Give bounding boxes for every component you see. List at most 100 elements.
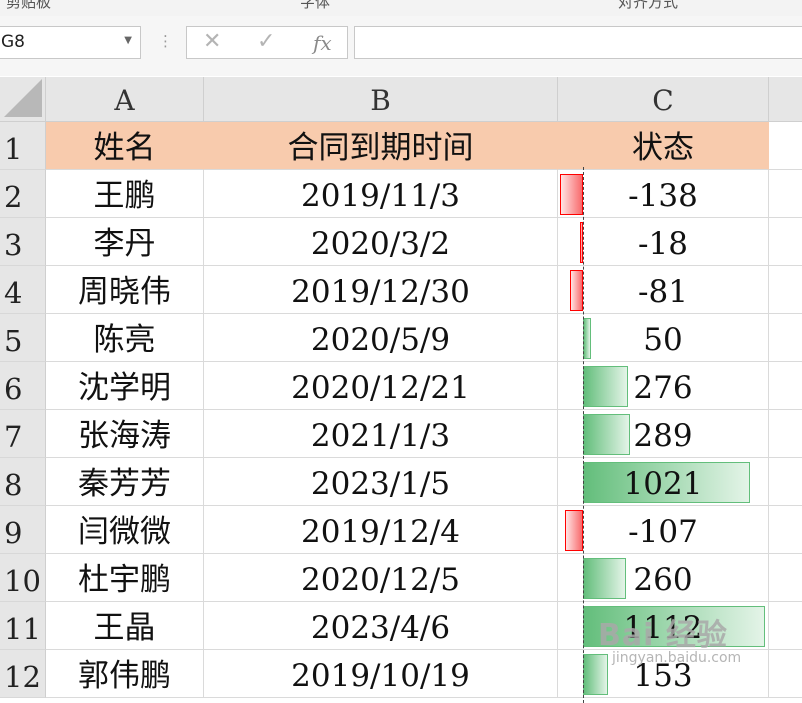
date-cell[interactable]: 2021/1/3 bbox=[204, 410, 558, 458]
row-header-9[interactable]: 9 bbox=[0, 506, 46, 554]
date-cell-text: 2020/3/2 bbox=[310, 226, 451, 262]
select-all-triangle-icon bbox=[4, 79, 42, 117]
header-cell-date[interactable]: 合同到期时间 bbox=[204, 122, 558, 170]
row-header-8[interactable]: 8 bbox=[0, 458, 46, 506]
date-cell[interactable]: 2023/1/5 bbox=[204, 458, 558, 506]
row-header-3[interactable]: 3 bbox=[0, 218, 46, 266]
status-cell[interactable]: 276 bbox=[558, 362, 769, 410]
positive-data-bar bbox=[583, 558, 626, 599]
empty-cell[interactable] bbox=[769, 410, 802, 458]
date-cell[interactable]: 2019/12/30 bbox=[204, 266, 558, 314]
empty-cell[interactable] bbox=[769, 170, 802, 218]
ribbon-group-font[interactable]: 字体 bbox=[300, 0, 330, 12]
row-header-4[interactable]: 4 bbox=[0, 266, 46, 314]
status-cell[interactable]: 1021 bbox=[558, 458, 769, 506]
date-cell[interactable]: 2019/12/4 bbox=[204, 506, 558, 554]
status-cell-text: 289 bbox=[633, 418, 693, 454]
name-cell[interactable]: 秦芳芳 bbox=[46, 458, 204, 506]
name-cell[interactable]: 沈学明 bbox=[46, 362, 204, 410]
negative-data-bar bbox=[565, 510, 583, 551]
header-cell-name[interactable]: 姓名 bbox=[46, 122, 204, 170]
insert-function-icon[interactable]: fx bbox=[313, 31, 332, 55]
header-cell-date-text: 合同到期时间 bbox=[287, 130, 474, 166]
date-cell[interactable]: 2020/5/9 bbox=[204, 314, 558, 362]
empty-cell[interactable] bbox=[769, 650, 802, 698]
name-cell[interactable]: 闫微微 bbox=[46, 506, 204, 554]
date-cell-text: 2019/10/19 bbox=[291, 658, 470, 694]
empty-cell[interactable] bbox=[769, 266, 802, 314]
header-cell-status-text: 状态 bbox=[632, 130, 694, 166]
formula-buttons: ✕ ✓ fx bbox=[186, 26, 348, 59]
name-box[interactable]: G8 ▼ bbox=[0, 26, 141, 59]
name-cell[interactable]: 李丹 bbox=[46, 218, 204, 266]
header-cell-name-text: 姓名 bbox=[93, 130, 156, 166]
row-header-1[interactable]: 1 bbox=[0, 122, 46, 170]
name-cell[interactable]: 陈亮 bbox=[46, 314, 204, 362]
formula-input[interactable] bbox=[354, 26, 802, 59]
positive-data-bar bbox=[583, 318, 592, 359]
enter-icon[interactable]: ✓ bbox=[257, 29, 275, 54]
header-cell-status[interactable]: 状态 bbox=[558, 122, 769, 170]
row-header-10[interactable]: 10 bbox=[0, 554, 46, 602]
date-cell-text: 2020/5/9 bbox=[310, 322, 451, 358]
status-cell-text: -18 bbox=[638, 226, 688, 262]
row-header-6[interactable]: 6 bbox=[0, 362, 46, 410]
data-bar-axis bbox=[583, 167, 584, 703]
formula-bar: G8 ▼ ⋮ ✕ ✓ fx bbox=[0, 16, 802, 76]
status-cell[interactable]: -138 bbox=[558, 170, 769, 218]
date-cell[interactable]: 2019/10/19 bbox=[204, 650, 558, 698]
date-cell-text: 2023/4/6 bbox=[310, 610, 451, 646]
name-cell[interactable]: 王鹏 bbox=[46, 170, 204, 218]
name-cell[interactable]: 郭伟鹏 bbox=[46, 650, 204, 698]
row-header-5[interactable]: 5 bbox=[0, 314, 46, 362]
status-cell-text: 1021 bbox=[623, 466, 703, 502]
name-cell[interactable]: 王晶 bbox=[46, 602, 204, 650]
select-all-button[interactable] bbox=[0, 77, 46, 122]
cell-d1[interactable] bbox=[769, 122, 802, 170]
column-header-a[interactable]: A bbox=[46, 77, 204, 122]
name-cell-text: 杜宇鹏 bbox=[78, 562, 171, 598]
name-cell[interactable]: 杜宇鹏 bbox=[46, 554, 204, 602]
column-header-d[interactable] bbox=[769, 77, 802, 122]
date-cell-text: 2020/12/5 bbox=[301, 562, 460, 598]
drag-handle-icon[interactable]: ⋮ bbox=[158, 32, 173, 50]
column-header-c[interactable]: C bbox=[558, 77, 769, 122]
ribbon-group-alignment[interactable]: 对齐方式 bbox=[618, 0, 678, 12]
status-cell[interactable]: 289 bbox=[558, 410, 769, 458]
cancel-icon[interactable]: ✕ bbox=[203, 29, 221, 54]
name-cell-text: 秦芳芳 bbox=[78, 466, 171, 502]
empty-cell[interactable] bbox=[769, 362, 802, 410]
empty-cell[interactable] bbox=[769, 218, 802, 266]
status-cell-text: 50 bbox=[643, 322, 683, 358]
status-cell-text: -107 bbox=[628, 514, 698, 550]
name-cell[interactable]: 周晓伟 bbox=[46, 266, 204, 314]
status-cell[interactable]: 50 bbox=[558, 314, 769, 362]
empty-cell[interactable] bbox=[769, 554, 802, 602]
chevron-down-icon[interactable]: ▼ bbox=[124, 35, 132, 46]
row-header-7[interactable]: 7 bbox=[0, 410, 46, 458]
empty-cell[interactable] bbox=[769, 602, 802, 650]
date-cell-text: 2021/1/3 bbox=[310, 418, 451, 454]
date-cell[interactable]: 2020/3/2 bbox=[204, 218, 558, 266]
ribbon-group-clipboard[interactable]: 剪贴板 bbox=[6, 0, 51, 12]
status-cell[interactable]: 260 bbox=[558, 554, 769, 602]
status-cell[interactable]: -18 bbox=[558, 218, 769, 266]
empty-cell[interactable] bbox=[769, 458, 802, 506]
empty-cell[interactable] bbox=[769, 314, 802, 362]
name-cell-text: 闫微微 bbox=[78, 514, 171, 550]
name-cell-text: 陈亮 bbox=[93, 322, 156, 358]
row-header-11[interactable]: 11 bbox=[0, 602, 46, 650]
date-cell[interactable]: 2023/4/6 bbox=[204, 602, 558, 650]
status-cell[interactable]: -107 bbox=[558, 506, 769, 554]
name-cell[interactable]: 张海涛 bbox=[46, 410, 204, 458]
column-header-b[interactable]: B bbox=[204, 77, 558, 122]
row-header-2[interactable]: 2 bbox=[0, 170, 46, 218]
date-cell[interactable]: 2020/12/21 bbox=[204, 362, 558, 410]
date-cell[interactable]: 2019/11/3 bbox=[204, 170, 558, 218]
empty-cell[interactable] bbox=[769, 506, 802, 554]
status-cell[interactable]: -81 bbox=[558, 266, 769, 314]
positive-data-bar bbox=[583, 366, 629, 407]
row-header-12[interactable]: 12 bbox=[0, 650, 46, 698]
watermark-sub: jingyan.baidu.com bbox=[612, 650, 742, 666]
date-cell[interactable]: 2020/12/5 bbox=[204, 554, 558, 602]
